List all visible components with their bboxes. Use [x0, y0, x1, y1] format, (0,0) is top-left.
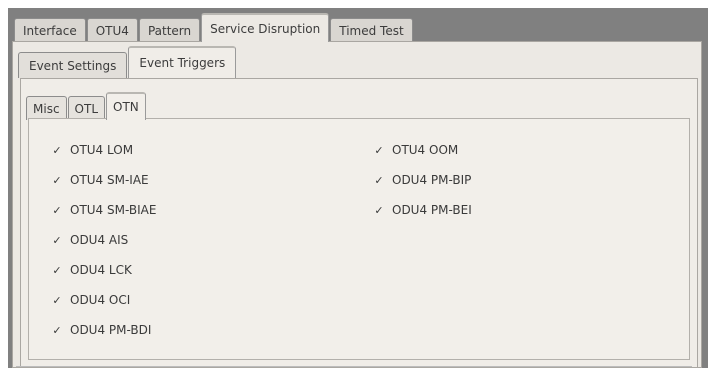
- top-tab-strip: Interface OTU4 Pattern Service Disruptio…: [14, 12, 414, 42]
- checkbox-odu4-oci[interactable]: ✓ ODU4 OCI: [51, 293, 130, 307]
- checkbox-otu4-sm-biae[interactable]: ✓ OTU4 SM-BIAE: [51, 203, 156, 217]
- checkmark-icon: ✓: [52, 203, 62, 217]
- checkbox-label: ODU4 AIS: [70, 233, 129, 247]
- checkmark-icon: ✓: [374, 143, 384, 157]
- checkbox-otu4-oom[interactable]: ✓ OTU4 OOM: [373, 143, 458, 157]
- tab-otl[interactable]: OTL: [67, 96, 106, 120]
- checkbox-label: OTU4 LOM: [70, 143, 134, 157]
- checkmark-icon: ✓: [52, 173, 62, 187]
- checkbox-odu4-pm-bip[interactable]: ✓ ODU4 PM-BIP: [373, 173, 471, 187]
- tab-otu4[interactable]: OTU4: [86, 18, 138, 42]
- checkbox-otu4-sm-iae[interactable]: ✓ OTU4 SM-IAE: [51, 173, 149, 187]
- app-window: Interface OTU4 Pattern Service Disruptio…: [8, 8, 708, 368]
- window-bottom-edge: [16, 366, 692, 367]
- checkbox-otu4-lom[interactable]: ✓ OTU4 LOM: [51, 143, 133, 157]
- tab-service-disruption[interactable]: Service Disruption: [201, 13, 330, 42]
- tab-pattern[interactable]: Pattern: [138, 18, 201, 42]
- checkmark-icon: ✓: [52, 143, 62, 157]
- sub-tab-strip: Event Settings Event Triggers: [18, 46, 237, 78]
- otn-triggers-panel: ✓ OTU4 LOM ✓ OTU4 SM-IAE ✓ OTU4 SM-BIAE …: [28, 118, 690, 360]
- tab-otn[interactable]: OTN: [106, 92, 146, 120]
- checkbox-label: OTU4 OOM: [392, 143, 459, 157]
- checkbox-label: ODU4 OCI: [70, 293, 131, 307]
- tab-misc[interactable]: Misc: [26, 96, 67, 120]
- checkmark-icon: ✓: [52, 323, 62, 337]
- inner-tab-strip: Misc OTL OTN: [26, 90, 147, 120]
- tab-event-settings[interactable]: Event Settings: [18, 52, 128, 78]
- checkbox-odu4-pm-bei[interactable]: ✓ ODU4 PM-BEI: [373, 203, 472, 217]
- checkbox-label: OTU4 SM-IAE: [70, 173, 149, 187]
- checkmark-icon: ✓: [374, 203, 384, 217]
- checkbox-odu4-lck[interactable]: ✓ ODU4 LCK: [51, 263, 132, 277]
- checkbox-odu4-pm-bdi[interactable]: ✓ ODU4 PM-BDI: [51, 323, 151, 337]
- tab-interface[interactable]: Interface: [14, 18, 86, 42]
- checkmark-icon: ✓: [52, 233, 62, 247]
- checkbox-label: ODU4 PM-BIP: [392, 173, 472, 187]
- checkmark-icon: ✓: [52, 263, 62, 277]
- checkmark-icon: ✓: [52, 293, 62, 307]
- checkbox-odu4-ais[interactable]: ✓ ODU4 AIS: [51, 233, 128, 247]
- tab-timed-test[interactable]: Timed Test: [330, 18, 413, 42]
- checkbox-label: OTU4 SM-BIAE: [70, 203, 157, 217]
- checkmark-icon: ✓: [374, 173, 384, 187]
- checkbox-label: ODU4 PM-BEI: [392, 203, 472, 217]
- checkbox-label: ODU4 PM-BDI: [70, 323, 152, 337]
- tab-event-triggers[interactable]: Event Triggers: [128, 46, 237, 78]
- checkbox-label: ODU4 LCK: [70, 263, 132, 277]
